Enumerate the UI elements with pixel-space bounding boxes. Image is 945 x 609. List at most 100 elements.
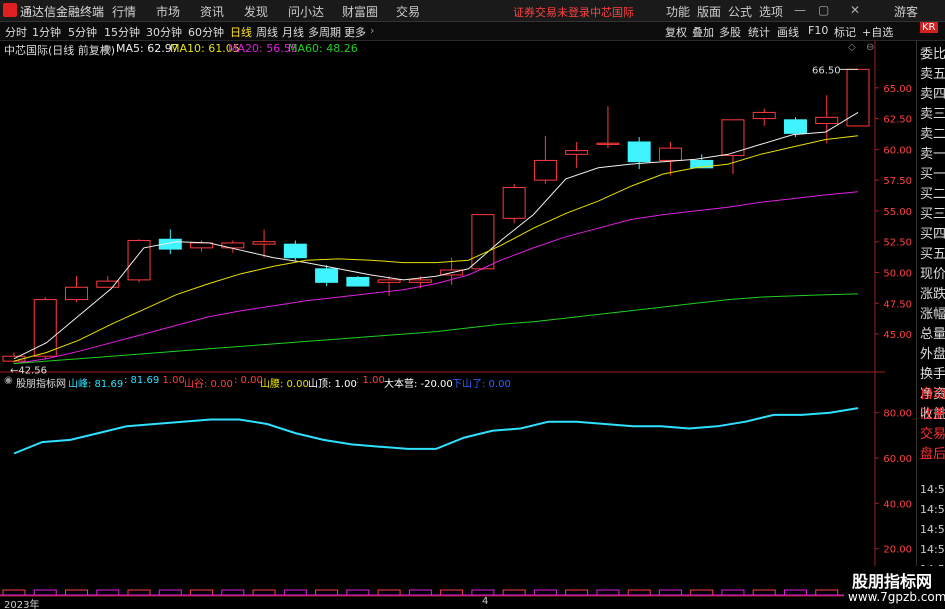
quote-side-panel: 委比 卖五 卖四 卖三 卖二 卖一 买一 买二 买三 买四 买五 现价 涨跌 涨幅 总量 外盘 换手 净资 收益 自动…	[916, 41, 945, 609]
period-monthly[interactable]: 月线	[282, 24, 304, 40]
side-item-0[interactable]: 委比	[920, 43, 945, 62]
menu-wenxiaoda[interactable]: 问小达	[288, 3, 324, 20]
menu-gongshi[interactable]: 公式	[728, 3, 752, 20]
login-notice[interactable]: 证券交易未登录	[513, 4, 590, 20]
side-item-23[interactable]: 14:56	[920, 483, 945, 496]
action-duogu[interactable]: 多股	[719, 24, 741, 40]
period-15min[interactable]: 15分钟	[104, 24, 140, 40]
high-label: 66.50	[812, 65, 841, 76]
side-item-2[interactable]: 卖四	[920, 83, 945, 102]
action-diejia[interactable]: 叠加	[692, 24, 714, 40]
action-f10[interactable]: F10	[808, 24, 828, 37]
side-item-5[interactable]: 卖一	[920, 143, 945, 162]
app-title: 通达信金融终端	[20, 5, 105, 19]
action-tongji[interactable]: 统计	[748, 24, 770, 40]
baseline-bar	[127, 589, 151, 596]
chevron-right-icon[interactable]: ›	[370, 24, 374, 37]
side-item-1[interactable]: 卖五	[920, 63, 945, 82]
candle-body	[533, 159, 557, 181]
period-fenshi[interactable]: 分时	[5, 24, 27, 40]
candle-body	[252, 241, 276, 245]
menu-caifuquan[interactable]: 财富圈	[342, 3, 378, 20]
period-60min[interactable]: 60分钟	[188, 24, 224, 40]
baseline-bar	[2, 589, 26, 596]
baseline-bar	[65, 589, 89, 596]
side-item-13[interactable]: 涨幅	[920, 303, 945, 322]
baseline-bar	[33, 589, 57, 596]
baseline-bar	[408, 589, 432, 596]
side-item-14[interactable]: 总量	[920, 323, 945, 342]
period-weekly[interactable]: 周线	[256, 24, 278, 40]
menu-hangqing[interactable]: 行情	[112, 3, 136, 20]
side-item-19[interactable]: 自动	[920, 383, 945, 402]
side-item-10[interactable]: 买五	[920, 243, 945, 262]
baseline-bar	[596, 589, 620, 596]
action-biaoji[interactable]: 标记	[834, 24, 856, 40]
candle	[721, 119, 745, 174]
y-tick-label: 60.00	[883, 145, 912, 156]
side-item-21[interactable]: 交易	[920, 423, 945, 442]
indicator-info-line: ◉ 股朋指标网 山峰: 81.69 : 81.69 : 1.00 山谷: 0.0…	[0, 374, 885, 390]
side-item-9[interactable]: 买四	[920, 223, 945, 242]
title-bar: 通达信金融终端 行情 市场 资讯 发现 问小达 财富圈 交易 证券交易未登录 中…	[0, 0, 945, 22]
period-daily[interactable]: 日线	[230, 24, 252, 40]
side-item-25[interactable]: 14:56	[920, 523, 945, 536]
period-multi[interactable]: 多周期	[308, 24, 341, 40]
period-1min[interactable]: 1分钟	[32, 24, 61, 40]
guest-label[interactable]: 游客	[894, 3, 918, 20]
baseline-bar	[502, 589, 526, 596]
side-item-4[interactable]: 卖二	[920, 123, 945, 142]
period-5min[interactable]: 5分钟	[68, 24, 97, 40]
app-logo-icon	[3, 3, 17, 17]
baseline-bar	[565, 589, 589, 596]
minimize-icon[interactable]: —	[794, 3, 806, 17]
side-item-7[interactable]: 买二	[920, 183, 945, 202]
y-tick-label: 65.00	[883, 84, 912, 95]
indicator-toggle-icon[interactable]: ◉	[4, 375, 13, 386]
chart-area[interactable]: 65.00 62.50 60.00 57.50 55.00 52.50 50.00 47.50…	[0, 41, 916, 609]
side-item-16[interactable]: 换手	[920, 363, 945, 382]
ind-item-2: : 1.00	[156, 375, 185, 386]
side-item-26[interactable]: 14:56	[920, 543, 945, 556]
menu-gongneng[interactable]: 功能	[666, 3, 690, 20]
candle-body	[283, 243, 307, 259]
ind-y-tick-label: 80.00	[883, 409, 912, 420]
side-item-20[interactable]: 注册	[920, 403, 945, 422]
period-30min[interactable]: 30分钟	[146, 24, 182, 40]
action-add-favorite[interactable]: +自选	[862, 24, 893, 40]
close-icon[interactable]: ✕	[850, 3, 860, 17]
period-toolbar: 分时 1分钟 5分钟 15分钟 30分钟 60分钟 日线 周线 月线 多周期 更…	[0, 22, 945, 41]
maximize-icon[interactable]: ▢	[818, 3, 829, 17]
side-item-6[interactable]: 买一	[920, 163, 945, 182]
side-item-8[interactable]: 买三	[920, 203, 945, 222]
baseline-bar	[690, 589, 714, 596]
menu-faxian[interactable]: 发现	[244, 3, 268, 20]
menu-jiaoyi[interactable]: 交易	[396, 3, 420, 20]
menu-xuanxiang[interactable]: 选项	[759, 3, 783, 20]
baseline-bar	[283, 589, 307, 596]
menu-shichang[interactable]: 市场	[156, 3, 180, 20]
side-item-11[interactable]: 现价	[920, 263, 945, 282]
candle	[96, 276, 120, 288]
side-item-12[interactable]: 涨跌	[920, 283, 945, 302]
action-huaxian[interactable]: 画线	[777, 24, 799, 40]
side-item-15[interactable]: 外盘	[920, 343, 945, 362]
candle	[283, 240, 307, 261]
baseline-bar	[377, 589, 401, 596]
side-item-22[interactable]: 盘后	[920, 443, 945, 462]
candle-body	[346, 276, 370, 287]
y-tick-label: 47.50	[883, 299, 912, 310]
candle	[658, 141, 682, 176]
period-more[interactable]: 更多	[344, 24, 366, 40]
menu-banmian[interactable]: 版面	[697, 3, 721, 20]
y-tick-label: 45.00	[883, 330, 912, 341]
side-item-24[interactable]: 14:56	[920, 503, 945, 516]
y-tick-label: 50.00	[883, 268, 912, 279]
candle-body	[783, 119, 807, 134]
menu-zixun[interactable]: 资讯	[200, 3, 224, 20]
action-fuquan[interactable]: 复权	[665, 24, 687, 40]
baseline-bar	[752, 589, 776, 596]
baseline-bar	[658, 589, 682, 596]
candle-body	[596, 142, 620, 145]
side-item-3[interactable]: 卖三	[920, 103, 945, 122]
